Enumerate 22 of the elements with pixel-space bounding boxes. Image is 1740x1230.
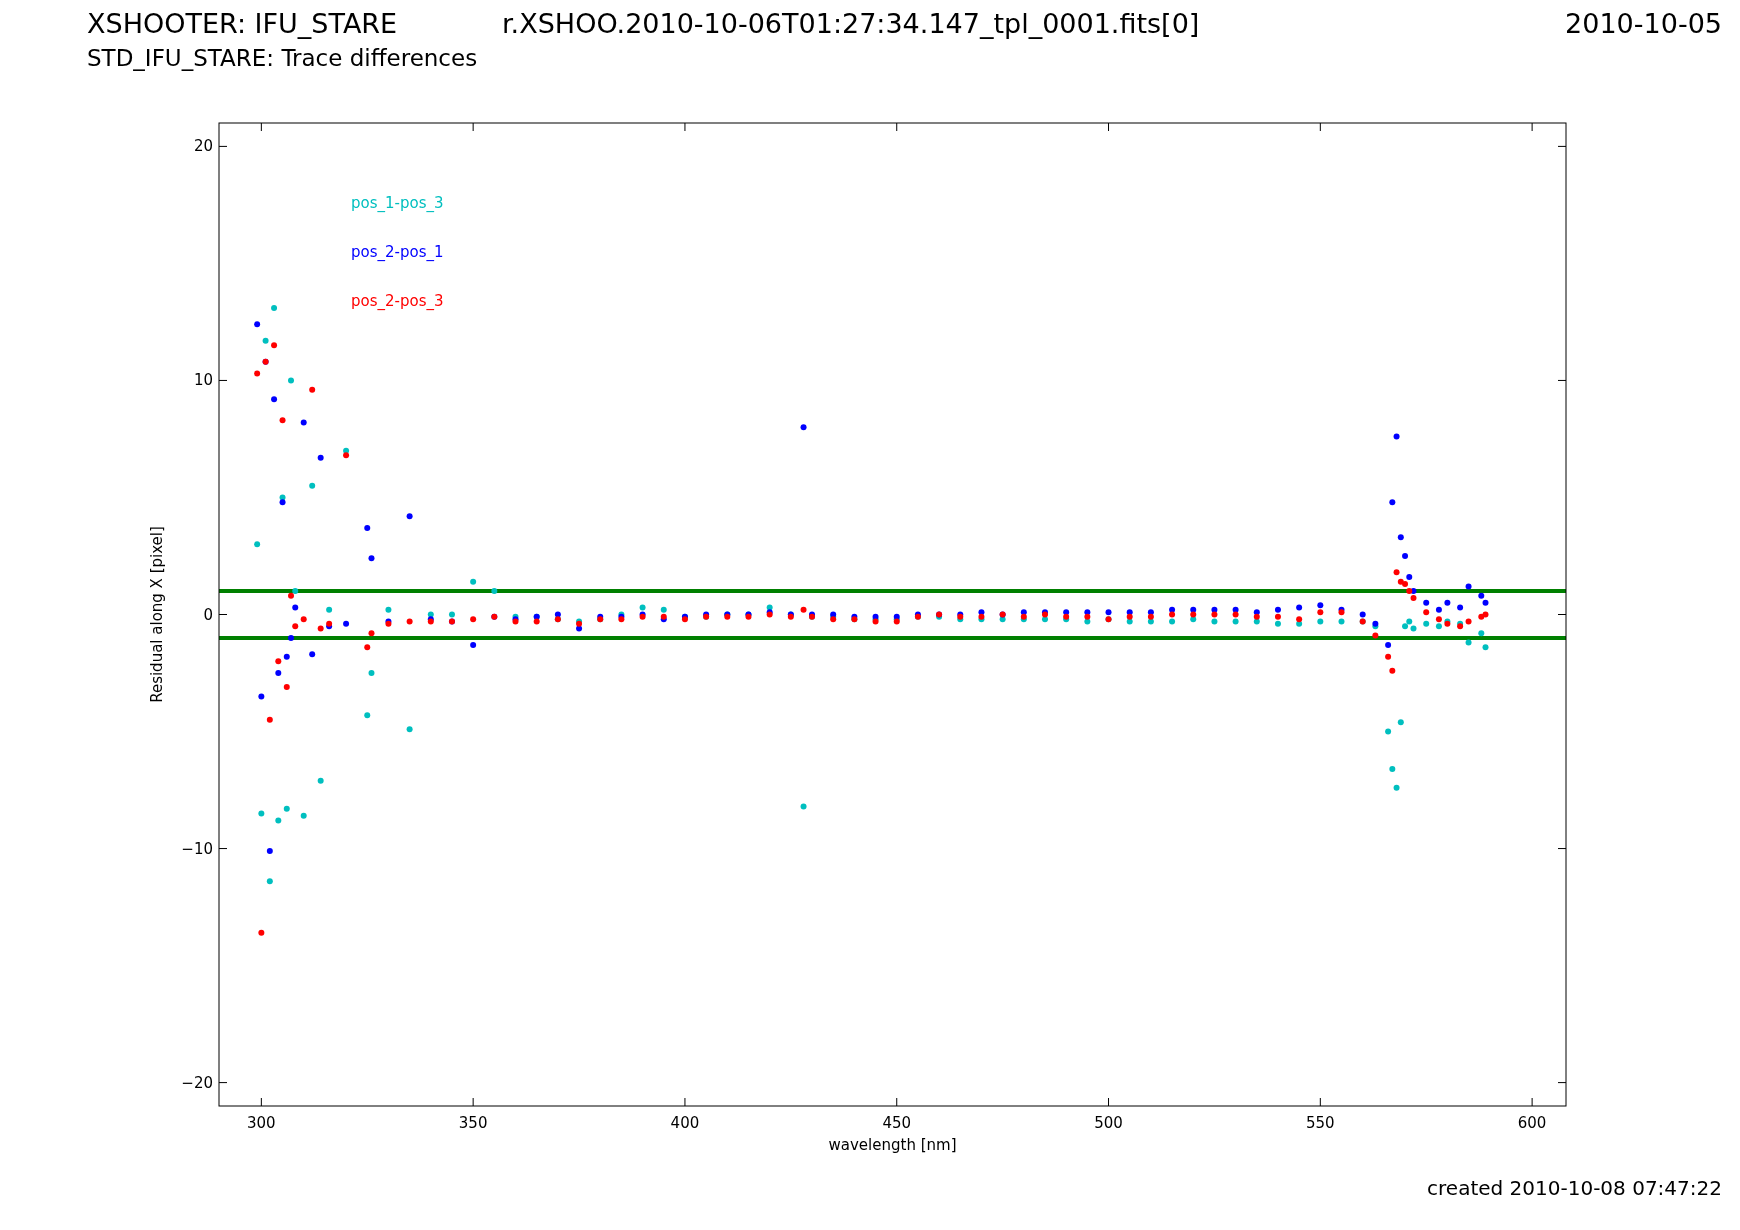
y-axis-label: Residual along X [pixel] [148, 526, 166, 703]
legend-label: pos_1-pos_3 [351, 194, 444, 212]
file-name: r.XSHOO.2010-10-06T01:27:34.147_tpl_0001.fits[0] [502, 7, 1200, 41]
x-tick-label: 450 [882, 1114, 912, 1132]
x-tick-label: 500 [1094, 1114, 1123, 1132]
x-tick-label: 350 [458, 1114, 488, 1132]
y-tick-label: 0 [203, 605, 213, 624]
plot-subtitle: STD_IFU_STARE: Trace differences [87, 44, 478, 73]
y-tick-label: 10 [193, 371, 213, 390]
legend-label: pos_2-pos_3 [351, 292, 444, 310]
y-tick-label: −10 [181, 839, 213, 858]
x-tick-label: 300 [247, 1114, 276, 1132]
x-tick-label: 600 [1517, 1114, 1547, 1132]
plot-title: XSHOOTER: IFU_STARE [87, 7, 399, 41]
legend-label: pos_2-pos_1 [351, 243, 444, 261]
x-tick-label: 400 [670, 1114, 700, 1132]
x-tick-label: 550 [1306, 1114, 1335, 1132]
created-timestamp: created 2010-10-08 07:47:22 [1427, 1175, 1722, 1202]
y-tick-label: 20 [193, 137, 213, 156]
y-tick-label: −20 [181, 1073, 213, 1092]
date-text: 2010-10-05 [1565, 7, 1722, 41]
x-axis-label: wavelength [nm] [828, 1136, 957, 1154]
